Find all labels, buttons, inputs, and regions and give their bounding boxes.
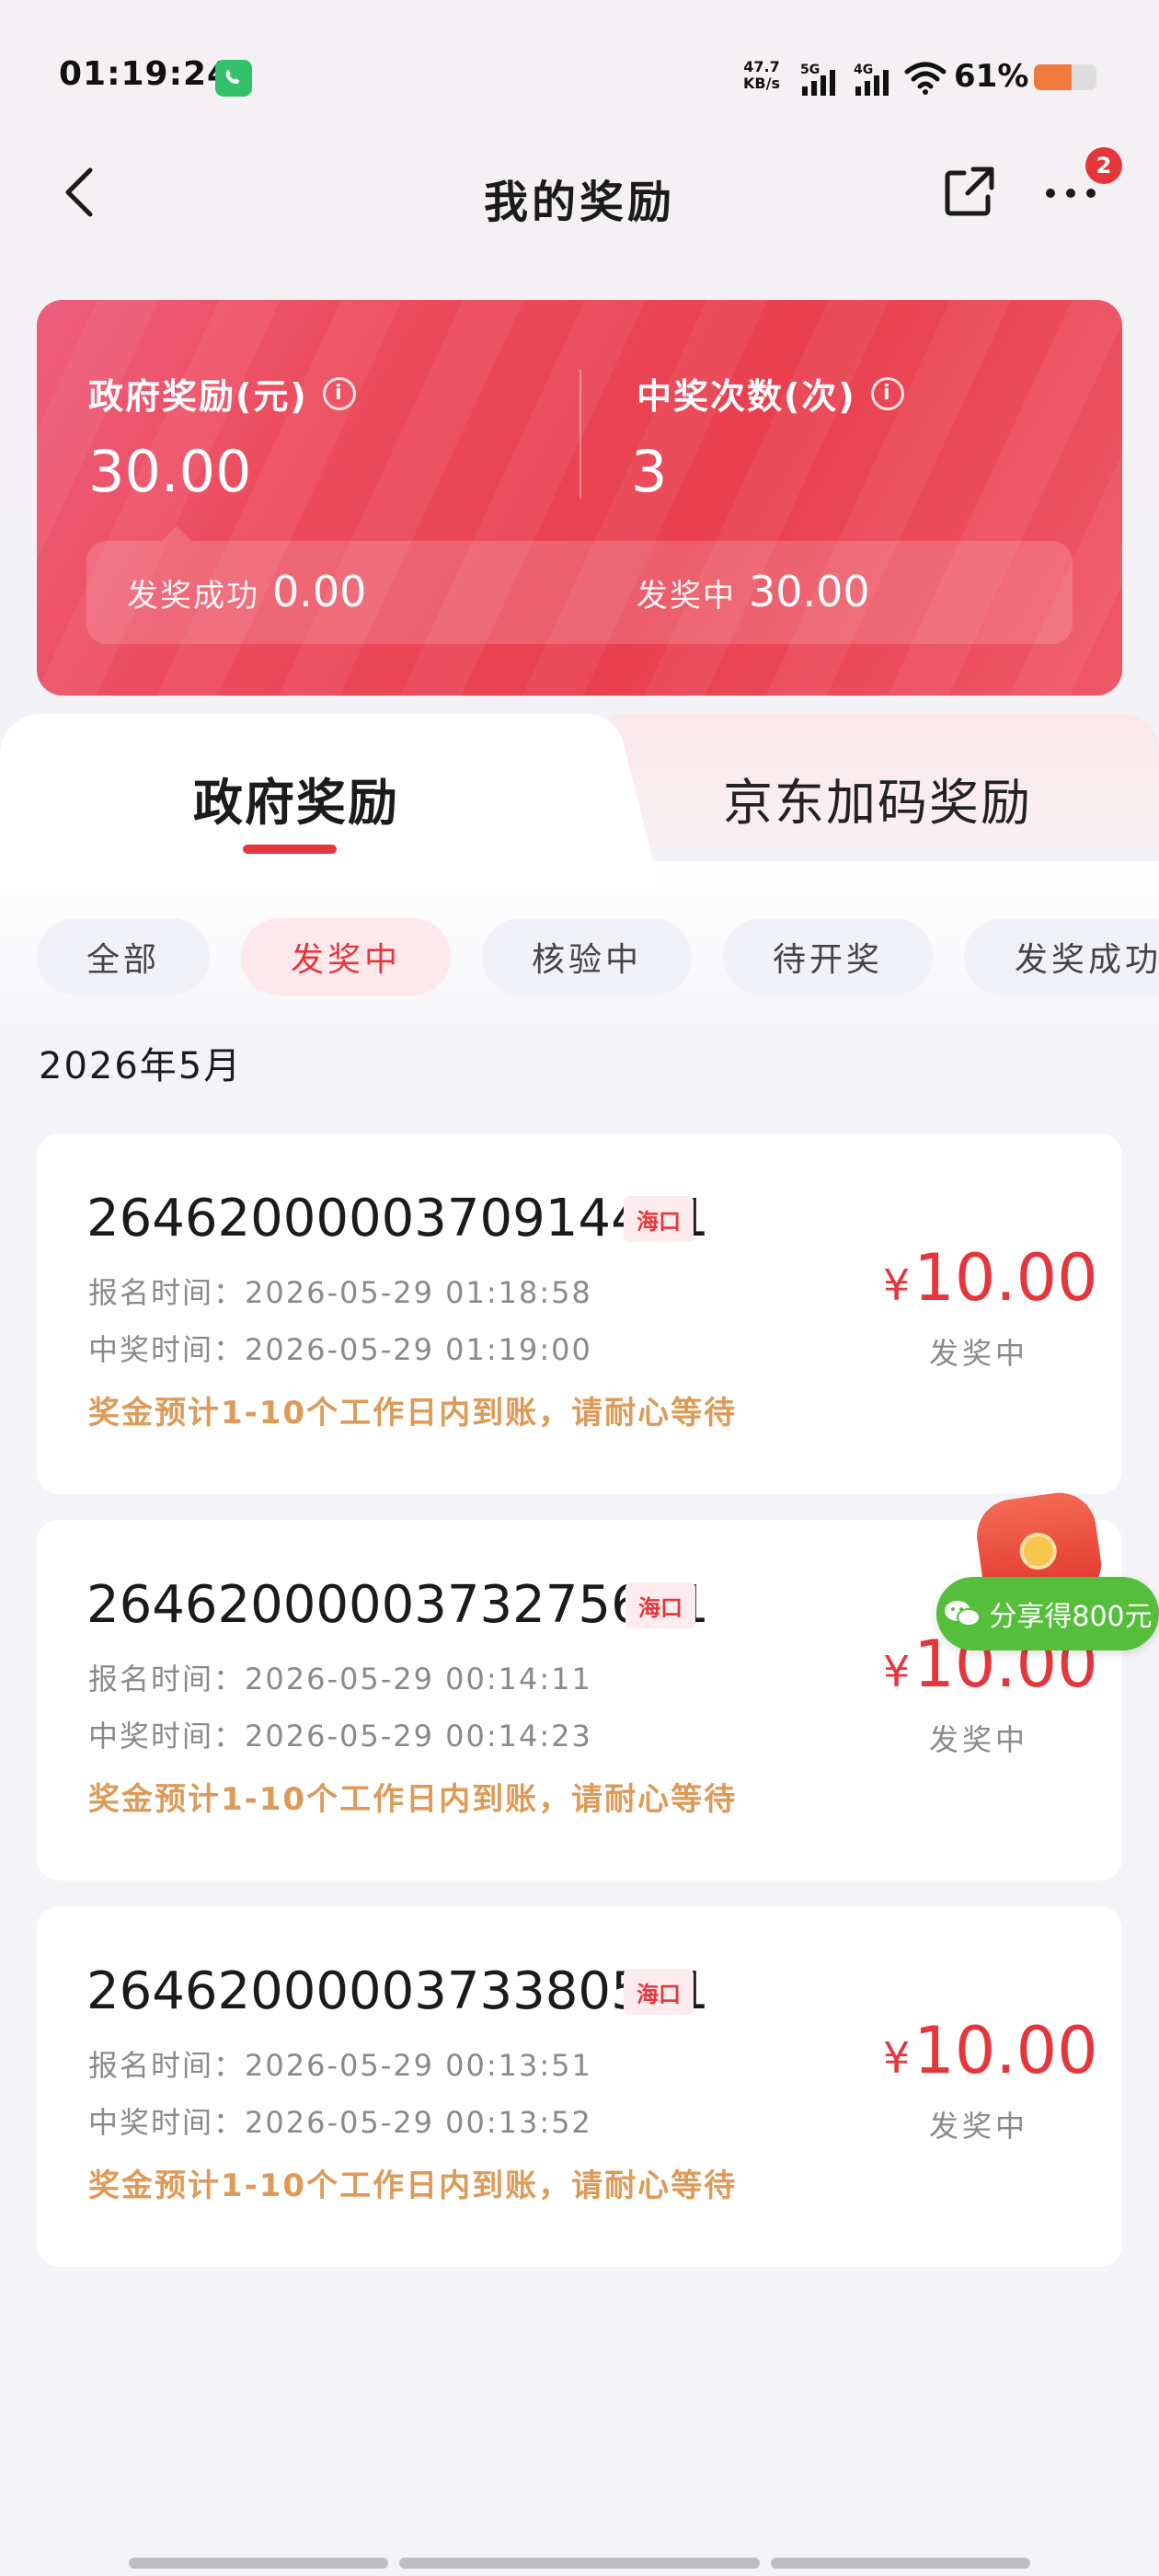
tab-active-indicator xyxy=(243,845,337,854)
filter-awarded[interactable]: 发奖成功 xyxy=(964,918,1159,995)
phone-call-icon[interactable] xyxy=(215,60,252,97)
filter-awarding[interactable]: 发奖中 xyxy=(241,918,451,995)
home-indicator xyxy=(771,2558,1030,2569)
paid-value: 0.00 xyxy=(272,567,367,616)
share-button[interactable] xyxy=(940,162,999,221)
record-status: 发奖中 xyxy=(929,2109,1029,2144)
currency-symbol: ¥ xyxy=(883,1647,911,1696)
record-status: 发奖中 xyxy=(929,1336,1029,1371)
signal-5g-icon: 5G xyxy=(800,63,835,96)
share-icon xyxy=(945,167,994,216)
pending-value: 30.00 xyxy=(749,567,870,616)
win-count-label: 中奖次数(次) xyxy=(637,376,856,417)
summary-divider xyxy=(580,370,581,499)
signal-4g-icon: 4G xyxy=(854,63,889,96)
paid-item: 发奖成功 0.00 xyxy=(127,567,366,616)
record-id: 2646200000373380511 xyxy=(86,1961,709,2021)
filter-chips: 全部 发奖中 核验中 待开奖 发奖成功 xyxy=(37,918,1159,995)
more-button[interactable] xyxy=(1041,175,1100,212)
pending-label: 发奖中 xyxy=(637,578,736,615)
info-icon[interactable]: i xyxy=(322,376,356,410)
wechat-icon xyxy=(945,1601,981,1627)
win-time: 中奖时间：2026-05-29 01:19:00 xyxy=(88,1332,592,1367)
amount-value: 10.00 xyxy=(913,1240,1098,1316)
payout-note: 奖金预计1-10个工作日内到账，请耐心等待 xyxy=(88,2168,738,2204)
signup-time: 报名时间：2026-05-29 00:14:11 xyxy=(88,1662,592,1696)
status-time: 01:19:24 xyxy=(59,55,232,93)
tab-gov-reward-label[interactable]: 政府奖励 xyxy=(193,762,399,834)
reward-amount: ¥10.00 xyxy=(883,2013,1098,2088)
signal-4g-label: 4G xyxy=(854,63,873,77)
wifi-icon xyxy=(904,62,947,95)
record-id: 2646200000373275601 xyxy=(86,1575,709,1635)
record-id: 2646200000370914421 xyxy=(86,1189,709,1248)
status-bar: 01:19:24 47.7 KB/s 5G 4G 61% xyxy=(0,0,1159,156)
win-count-value: 3 xyxy=(631,438,668,505)
currency-symbol: ¥ xyxy=(883,2033,911,2083)
reward-tabs: 政府奖励 京东加码奖励 xyxy=(0,714,1159,889)
more-dots-icon xyxy=(1046,189,1096,198)
payout-note: 奖金预计1-10个工作日内到账，请耐心等待 xyxy=(88,1781,738,1818)
filter-verifying[interactable]: 核验中 xyxy=(482,918,692,995)
region-tag: 海口 xyxy=(624,1196,694,1242)
floating-share-widget[interactable]: 分享得800元 xyxy=(936,1487,1159,1662)
reward-record[interactable]: 2646200000373380511 海口 报名时间：2026-05-29 0… xyxy=(37,1906,1122,2267)
info-icon[interactable]: i xyxy=(870,376,904,410)
network-speed-unit: KB/s xyxy=(743,75,780,92)
network-speed: 47.7 KB/s xyxy=(743,59,780,92)
filter-pending-draw[interactable]: 待开奖 xyxy=(723,918,933,995)
gov-reward-label-group: 政府奖励(元) i xyxy=(88,368,356,419)
coin-icon xyxy=(1017,1530,1060,1572)
share-reward-label: 分享得800元 xyxy=(989,1601,1153,1633)
home-indicator xyxy=(129,2558,388,2569)
paid-label: 发奖成功 xyxy=(127,578,259,615)
signal-5g-label: 5G xyxy=(800,63,820,77)
region-tag: 海口 xyxy=(625,1582,695,1628)
payout-note: 奖金预计1-10个工作日内到账，请耐心等待 xyxy=(88,1395,738,1432)
reward-record[interactable]: 2646200000370914421 海口 报名时间：2026-05-29 0… xyxy=(37,1133,1122,1494)
gov-reward-value: 30.00 xyxy=(88,438,252,505)
tab-jd-bonus-label[interactable]: 京东加码奖励 xyxy=(723,762,1032,834)
payout-breakdown: 发奖成功 0.00 发奖中 30.00 xyxy=(86,526,1073,644)
share-reward-button[interactable]: 分享得800元 xyxy=(936,1577,1159,1650)
record-status: 发奖中 xyxy=(929,1722,1029,1757)
battery-fill xyxy=(1034,64,1073,90)
gov-reward-label: 政府奖励(元) xyxy=(88,376,308,417)
battery-percent: 61% xyxy=(954,58,1029,95)
month-header: 2026年5月 xyxy=(39,1045,243,1087)
filter-all[interactable]: 全部 xyxy=(37,918,210,995)
pending-item: 发奖中 30.00 xyxy=(637,567,870,616)
signup-time: 报名时间：2026-05-29 01:18:58 xyxy=(88,1275,592,1310)
home-indicator xyxy=(399,2558,760,2569)
currency-symbol: ¥ xyxy=(883,1260,911,1310)
network-speed-value: 47.7 xyxy=(743,58,780,75)
notification-badge: 2 xyxy=(1085,147,1122,184)
battery-icon xyxy=(1034,64,1096,90)
win-time: 中奖时间：2026-05-29 00:14:23 xyxy=(88,1719,592,1754)
win-time: 中奖时间：2026-05-29 00:13:52 xyxy=(88,2105,592,2140)
amount-value: 10.00 xyxy=(913,2013,1098,2088)
summary-card: 政府奖励(元) i 30.00 中奖次数(次) i 3 发奖成功 0.00 发奖… xyxy=(37,300,1122,696)
signup-time: 报名时间：2026-05-29 00:13:51 xyxy=(88,2048,592,2083)
reward-amount: ¥10.00 xyxy=(883,1240,1098,1316)
win-count-label-group: 中奖次数(次) i xyxy=(637,368,904,419)
region-tag: 海口 xyxy=(624,1969,694,2015)
